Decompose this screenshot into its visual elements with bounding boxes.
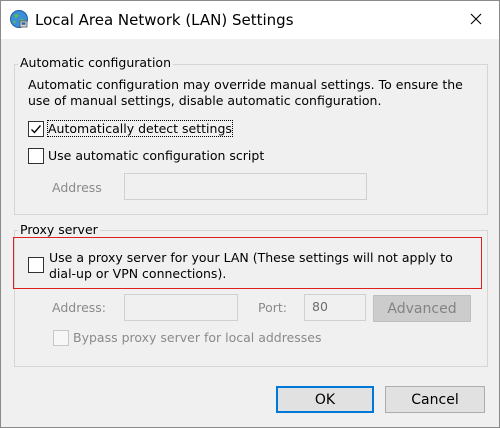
auto-config-script-label[interactable]: Use automatic configuration script [48,148,264,163]
advanced-button[interactable]: Advanced [373,295,471,322]
lan-settings-dialog: Local Area Network (LAN) Settings Automa… [0,0,500,428]
use-proxy-label-line1[interactable]: Use a proxy server for your LAN (These s… [49,250,453,265]
auto-config-description: Automatic configuration may override man… [28,77,463,108]
checkmark-icon [31,125,42,134]
auto-detect-label[interactable]: Automatically detect settings [47,120,233,137]
dialog-title: Local Area Network (LAN) Settings [35,11,294,29]
title-bar: Local Area Network (LAN) Settings [1,1,499,39]
auto-config-script-checkbox[interactable] [28,148,44,164]
ok-button[interactable]: OK [276,386,374,413]
auto-detect-checkbox[interactable] [28,121,44,137]
script-address-label: Address [52,180,102,195]
bypass-local-checkbox[interactable] [53,330,69,346]
proxy-address-input[interactable] [124,294,238,321]
script-address-input[interactable] [124,173,367,200]
proxy-address-label: Address: [52,300,106,315]
use-proxy-checkbox[interactable] [28,257,44,273]
proxy-port-label: Port: [258,300,287,315]
proxy-server-label: Proxy server [18,222,100,237]
automatic-configuration-label: Automatic configuration [18,55,173,70]
proxy-port-input[interactable]: 80 [304,294,366,321]
use-proxy-label-line2[interactable]: dial-up or VPN connections). [49,266,226,281]
network-globe-icon [9,9,29,29]
bypass-local-label[interactable]: Bypass proxy server for local addresses [73,330,322,345]
close-button[interactable] [453,1,499,39]
close-icon [470,13,482,28]
cancel-button[interactable]: Cancel [385,386,485,413]
